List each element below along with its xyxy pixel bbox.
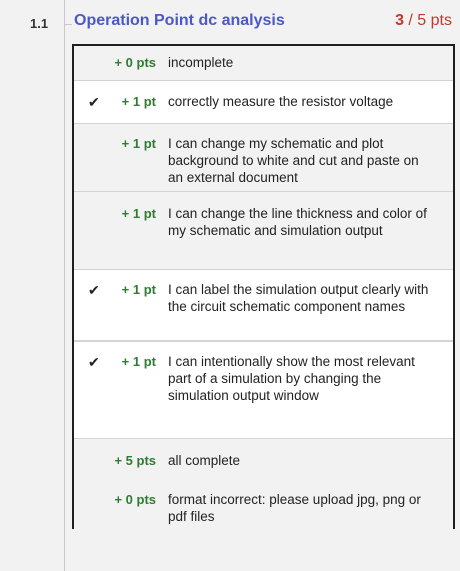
rubric-item[interactable]: + 1 pt I can change the line thickness a… — [74, 192, 453, 270]
rubric-item-points: + 1 pt — [121, 136, 156, 151]
question-title[interactable]: Operation Point dc analysis — [74, 12, 285, 30]
rubric-item-description: incomplete — [168, 55, 234, 70]
tree-connector-tick — [64, 24, 72, 25]
grading-panel: 1.1 Operation Point dc analysis 3 / 5 pt… — [0, 0, 460, 571]
rubric-item[interactable]: ✔ + 1 pt correctly measure the resistor … — [74, 81, 453, 124]
rubric-item-points: + 5 pts — [114, 453, 156, 468]
question-score: 3 / 5 pts — [395, 12, 452, 30]
rubric-item-description: I can intentionally show the most releva… — [168, 354, 415, 403]
rubric-item-description: I can change the line thickness and colo… — [168, 206, 427, 238]
rubric-item[interactable]: ✔ + 1 pt I can label the simulation outp… — [74, 270, 453, 341]
rubric-item-description: I can change my schematic and plot backg… — [168, 136, 419, 185]
rubric-item[interactable]: + 0 pts incomplete — [74, 46, 453, 81]
rubric-item-points: + 1 pt — [121, 206, 156, 221]
rubric-item-points: + 0 pts — [114, 492, 156, 507]
rubric-item[interactable]: + 5 pts all complete — [74, 439, 453, 484]
rubric-item-description: all complete — [168, 453, 241, 468]
rubric-item-points: + 0 pts — [114, 55, 156, 70]
rubric-item-points: + 1 pt — [121, 282, 156, 297]
rubric-list: + 0 pts incomplete ✔ + 1 pt correctly me… — [72, 44, 455, 529]
rubric-item[interactable]: ✔ + 1 pt I can intentionally show the mo… — [74, 341, 453, 439]
rubric-item[interactable]: + 0 pts format incorrect: please upload … — [74, 484, 453, 529]
question-number: 1.1 — [30, 16, 49, 31]
score-total: / 5 pts — [403, 12, 452, 29]
rubric-item-description: correctly measure the resistor voltage — [168, 94, 394, 109]
rubric-item-description: format incorrect: please upload jpg, png… — [168, 492, 421, 524]
rubric-item-points: + 1 pt — [121, 354, 156, 369]
rubric-item[interactable]: + 1 pt I can change my schematic and plo… — [74, 124, 453, 192]
rubric-item-points: + 1 pt — [121, 94, 156, 109]
tree-connector-line — [64, 0, 65, 571]
score-earned: 3 — [395, 12, 404, 29]
rubric-item-description: I can label the simulation output clearl… — [168, 282, 429, 314]
